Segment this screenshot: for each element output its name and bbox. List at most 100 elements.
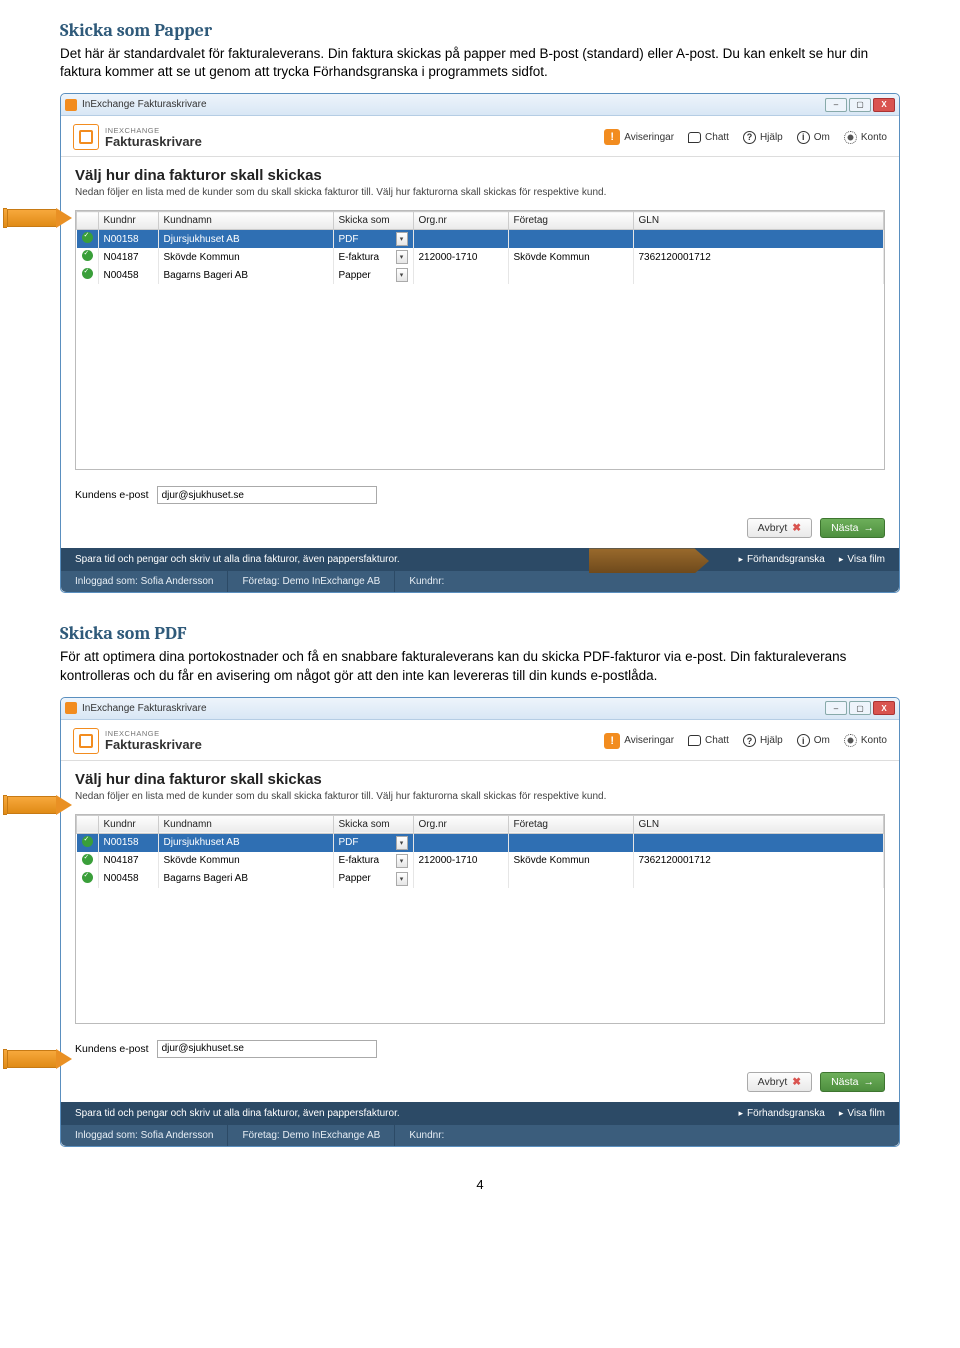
forhandsgranska-label: Förhandsgranska bbox=[747, 554, 825, 565]
status-loggedin: Inloggad som: Sofia Andersson bbox=[61, 1125, 228, 1146]
info-icon: i bbox=[797, 131, 810, 144]
cell-skicka-value: Papper bbox=[339, 270, 371, 281]
col-status[interactable] bbox=[77, 212, 99, 230]
cell-gln bbox=[633, 230, 884, 249]
cell-gln bbox=[633, 833, 884, 852]
col-kundnamn[interactable]: Kundnamn bbox=[158, 212, 333, 230]
col-gln[interactable]: GLN bbox=[633, 212, 884, 230]
chatt-link[interactable]: Chatt bbox=[688, 132, 729, 143]
status-loggedin: Inloggad som: Sofia Andersson bbox=[61, 571, 228, 592]
visa-film-label: Visa film bbox=[847, 1108, 885, 1119]
chevron-down-icon[interactable]: ▾ bbox=[396, 836, 408, 850]
col-org[interactable]: Org.nr bbox=[413, 212, 508, 230]
col-skicka[interactable]: Skicka som bbox=[333, 212, 413, 230]
next-button[interactable]: Nästa → bbox=[820, 518, 885, 538]
table-row[interactable]: N00158 Djursjukhuset AB PDF▾ bbox=[77, 230, 884, 249]
chevron-down-icon[interactable]: ▾ bbox=[396, 854, 408, 868]
konto-link[interactable]: Konto bbox=[844, 131, 887, 144]
arrow-right-icon: → bbox=[864, 1076, 875, 1088]
play-icon bbox=[739, 1108, 744, 1119]
col-skicka[interactable]: Skicka som bbox=[333, 815, 413, 833]
col-kundnr[interactable]: Kundnr bbox=[98, 815, 158, 833]
cell-gln bbox=[633, 870, 884, 888]
table-row[interactable]: N04187 Skövde Kommun E-faktura▾ 212000-1… bbox=[77, 852, 884, 870]
table-row[interactable]: N04187 Skövde Kommun E-faktura▾ 212000-1… bbox=[77, 248, 884, 266]
konto-label: Konto bbox=[861, 735, 887, 746]
section-heading-1: Skicka som Papper bbox=[60, 20, 900, 41]
cell-foretag: Skövde Kommun bbox=[508, 248, 633, 266]
om-link[interactable]: iOm bbox=[797, 131, 830, 144]
maximize-button[interactable]: ▢ bbox=[849, 98, 871, 112]
cell-skicka-value: Papper bbox=[339, 873, 371, 884]
cell-kundnamn: Bagarns Bageri AB bbox=[158, 266, 333, 284]
forhandsgranska-link[interactable]: Förhandsgranska bbox=[739, 554, 825, 565]
topbar: INEXCHANGE Fakturaskrivare !Aviseringar … bbox=[61, 116, 899, 157]
action-row: Avbryt ✖ Nästa → bbox=[61, 512, 899, 548]
close-button[interactable]: X bbox=[873, 701, 895, 715]
cell-skicka-value: PDF bbox=[339, 234, 359, 245]
page-subtitle: Nedan följer en lista med de kunder som … bbox=[75, 187, 885, 198]
table-row[interactable]: N00458 Bagarns Bageri AB Papper▾ bbox=[77, 870, 884, 888]
cell-skicka[interactable]: Papper ▾ bbox=[333, 266, 413, 284]
col-kundnamn[interactable]: Kundnamn bbox=[158, 815, 333, 833]
chatt-label: Chatt bbox=[705, 735, 729, 746]
cell-kundnamn: Skövde Kommun bbox=[158, 852, 333, 870]
hjalp-link[interactable]: ?Hjälp bbox=[743, 131, 783, 144]
col-foretag[interactable]: Företag bbox=[508, 212, 633, 230]
table-row[interactable]: N00458 Bagarns Bageri AB Papper▾ bbox=[77, 266, 884, 284]
cell-kundnr: N00158 bbox=[98, 230, 158, 249]
page-title: Välj hur dina fakturor skall skickas bbox=[75, 167, 885, 184]
visa-film-link[interactable]: Visa film bbox=[839, 1108, 885, 1119]
minimize-button[interactable]: – bbox=[825, 98, 847, 112]
col-kundnr[interactable]: Kundnr bbox=[98, 212, 158, 230]
close-button[interactable]: X bbox=[873, 98, 895, 112]
aviseringar-link[interactable]: !Aviseringar bbox=[604, 733, 674, 749]
customers-table: Kundnr Kundnamn Skicka som Org.nr Företa… bbox=[76, 211, 884, 284]
email-field[interactable] bbox=[157, 1040, 377, 1058]
col-gln[interactable]: GLN bbox=[633, 815, 884, 833]
cell-skicka[interactable]: E-faktura▾ bbox=[333, 248, 413, 266]
chevron-down-icon[interactable]: ▾ bbox=[396, 250, 408, 264]
chevron-down-icon[interactable]: ▾ bbox=[396, 872, 408, 886]
om-link[interactable]: iOm bbox=[797, 734, 830, 747]
callout-arrow-3 bbox=[7, 1050, 73, 1068]
cell-skicka[interactable]: PDF▾ bbox=[333, 833, 413, 852]
cancel-button[interactable]: Avbryt ✖ bbox=[747, 518, 812, 538]
forhandsgranska-link[interactable]: Förhandsgranska bbox=[739, 1108, 825, 1119]
hjalp-label: Hjälp bbox=[760, 735, 783, 746]
logo: INEXCHANGE Fakturaskrivare bbox=[73, 728, 202, 754]
status-ok-icon bbox=[82, 232, 93, 243]
visa-film-link[interactable]: Visa film bbox=[839, 554, 885, 565]
aviseringar-link[interactable]: !Aviseringar bbox=[604, 129, 674, 145]
cell-skicka[interactable]: PDF ▾ bbox=[333, 230, 413, 249]
hjalp-label: Hjälp bbox=[760, 132, 783, 143]
cell-org bbox=[413, 266, 508, 284]
hjalp-link[interactable]: ?Hjälp bbox=[743, 734, 783, 747]
konto-link[interactable]: Konto bbox=[844, 734, 887, 747]
cell-skicka[interactable]: Papper ▾ bbox=[333, 870, 413, 888]
email-label: Kundens e-post bbox=[75, 1043, 149, 1055]
chat-icon bbox=[688, 132, 701, 143]
cell-skicka-value: E-faktura bbox=[339, 855, 380, 866]
minimize-button[interactable]: – bbox=[825, 701, 847, 715]
cell-org bbox=[413, 870, 508, 888]
maximize-button[interactable]: ▢ bbox=[849, 701, 871, 715]
cell-org bbox=[413, 230, 508, 249]
chevron-down-icon[interactable]: ▾ bbox=[396, 268, 408, 282]
chevron-down-icon[interactable]: ▾ bbox=[396, 232, 408, 246]
table-row[interactable]: N00158 Djursjukhuset AB PDF▾ bbox=[77, 833, 884, 852]
email-label: Kundens e-post bbox=[75, 489, 149, 501]
status-foretag: Företag: Demo InExchange AB bbox=[228, 571, 395, 592]
section-heading-2: Skicka som PDF bbox=[60, 623, 900, 644]
col-org[interactable]: Org.nr bbox=[413, 815, 508, 833]
cell-skicka[interactable]: E-faktura ▾ bbox=[333, 852, 413, 870]
next-button[interactable]: Nästa → bbox=[820, 1072, 885, 1092]
col-status[interactable] bbox=[77, 815, 99, 833]
window-controls: – ▢ X bbox=[825, 98, 895, 112]
cell-foretag bbox=[508, 230, 633, 249]
cancel-button[interactable]: Avbryt ✖ bbox=[747, 1072, 812, 1092]
chatt-link[interactable]: Chatt bbox=[688, 735, 729, 746]
col-foretag[interactable]: Företag bbox=[508, 815, 633, 833]
app-icon bbox=[65, 702, 77, 714]
email-field[interactable] bbox=[157, 486, 377, 504]
